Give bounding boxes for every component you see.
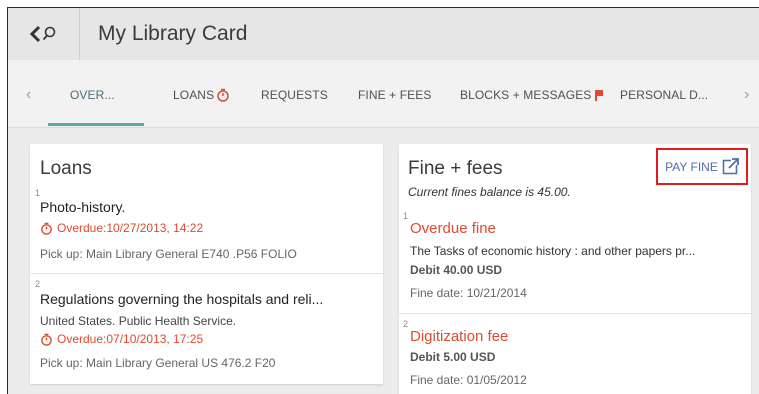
fines-balance: Current fines balance is 45.00.	[408, 185, 571, 199]
pay-fine-label: PAY FINE	[665, 159, 718, 174]
search-icon	[44, 26, 55, 38]
fee-description: The Tasks of economic history : and othe…	[410, 244, 696, 258]
pickup-location: Pick up: Main Library General US 476.2 F…	[40, 356, 276, 370]
item-number: 1	[403, 211, 409, 221]
timer-icon	[41, 333, 52, 346]
fee-title[interactable]: Digitization fee	[410, 328, 508, 345]
tab-label: OVER...	[70, 88, 115, 102]
tab-label: FINE + FEES	[358, 88, 432, 102]
page-header: My Library Card	[8, 8, 759, 60]
chevron-left-icon	[29, 25, 55, 43]
overdue-text: Overdue:07/10/2013, 17:25	[57, 332, 204, 346]
overdue-status: Overdue:07/10/2013, 17:25	[40, 332, 203, 346]
back-button[interactable]	[8, 8, 80, 60]
fee-date: Fine date: 01/05/2012	[410, 373, 527, 387]
tab-blocks-messages[interactable]: BLOCKS + MESSAGES	[460, 88, 604, 102]
timer-icon	[41, 222, 52, 235]
fee-debit: Debit 40.00 USD	[410, 263, 503, 277]
timer-icon	[217, 88, 229, 102]
overdue-status: Overdue:10/27/2013, 14:22	[40, 221, 203, 235]
tab-label: BLOCKS + MESSAGES	[460, 88, 592, 102]
tab-personal-details[interactable]: PERSONAL D...	[620, 88, 708, 102]
loan-title[interactable]: Photo-history.	[40, 199, 125, 215]
tab-fines-fees[interactable]: FINE + FEES	[358, 88, 431, 102]
fee-date: Fine date: 10/21/2014	[410, 286, 527, 300]
scroll-left-arrow[interactable]: ‹	[26, 86, 31, 104]
loan-title[interactable]: Regulations governing the hospitals and …	[40, 291, 323, 307]
fee-debit: Debit 5.00 USD	[410, 350, 496, 364]
loan-author: United States. Public Health Service.	[40, 314, 237, 328]
item-number: 1	[35, 188, 41, 198]
pickup-location: Pick up: Main Library General E740 .P56 …	[40, 247, 297, 261]
loans-title: Loans	[40, 158, 92, 179]
external-link-icon	[722, 158, 739, 175]
scroll-right-arrow[interactable]: ›	[744, 86, 749, 104]
tab-bar: ‹ OVER... LOANS REQUESTS FINE + FEES BLO…	[8, 60, 759, 128]
pay-fine-button[interactable]: PAY FINE	[656, 148, 748, 185]
app-frame: My Library Card ‹ OVER... LOANS REQUESTS…	[7, 7, 759, 394]
item-number: 2	[403, 319, 409, 329]
loans-card: Loans 1 Photo-history. Overdue:10/27/201…	[30, 144, 383, 384]
tab-label: REQUESTS	[261, 88, 328, 102]
tab-loans[interactable]: LOANS	[173, 88, 230, 102]
fines-title: Fine + fees	[408, 158, 503, 179]
tab-label: PERSONAL D...	[620, 88, 709, 102]
tab-label: LOANS	[173, 88, 215, 102]
page-title: My Library Card	[98, 22, 248, 45]
tab-overview[interactable]: OVER...	[70, 88, 115, 102]
overdue-text: Overdue:10/27/2013, 14:22	[57, 221, 204, 235]
divider	[399, 313, 751, 314]
tab-requests[interactable]: REQUESTS	[261, 88, 328, 102]
item-number: 2	[35, 279, 41, 289]
divider	[30, 273, 383, 274]
flag-icon	[595, 90, 604, 101]
fee-title[interactable]: Overdue fine	[410, 220, 496, 237]
active-tab-indicator	[48, 123, 144, 126]
